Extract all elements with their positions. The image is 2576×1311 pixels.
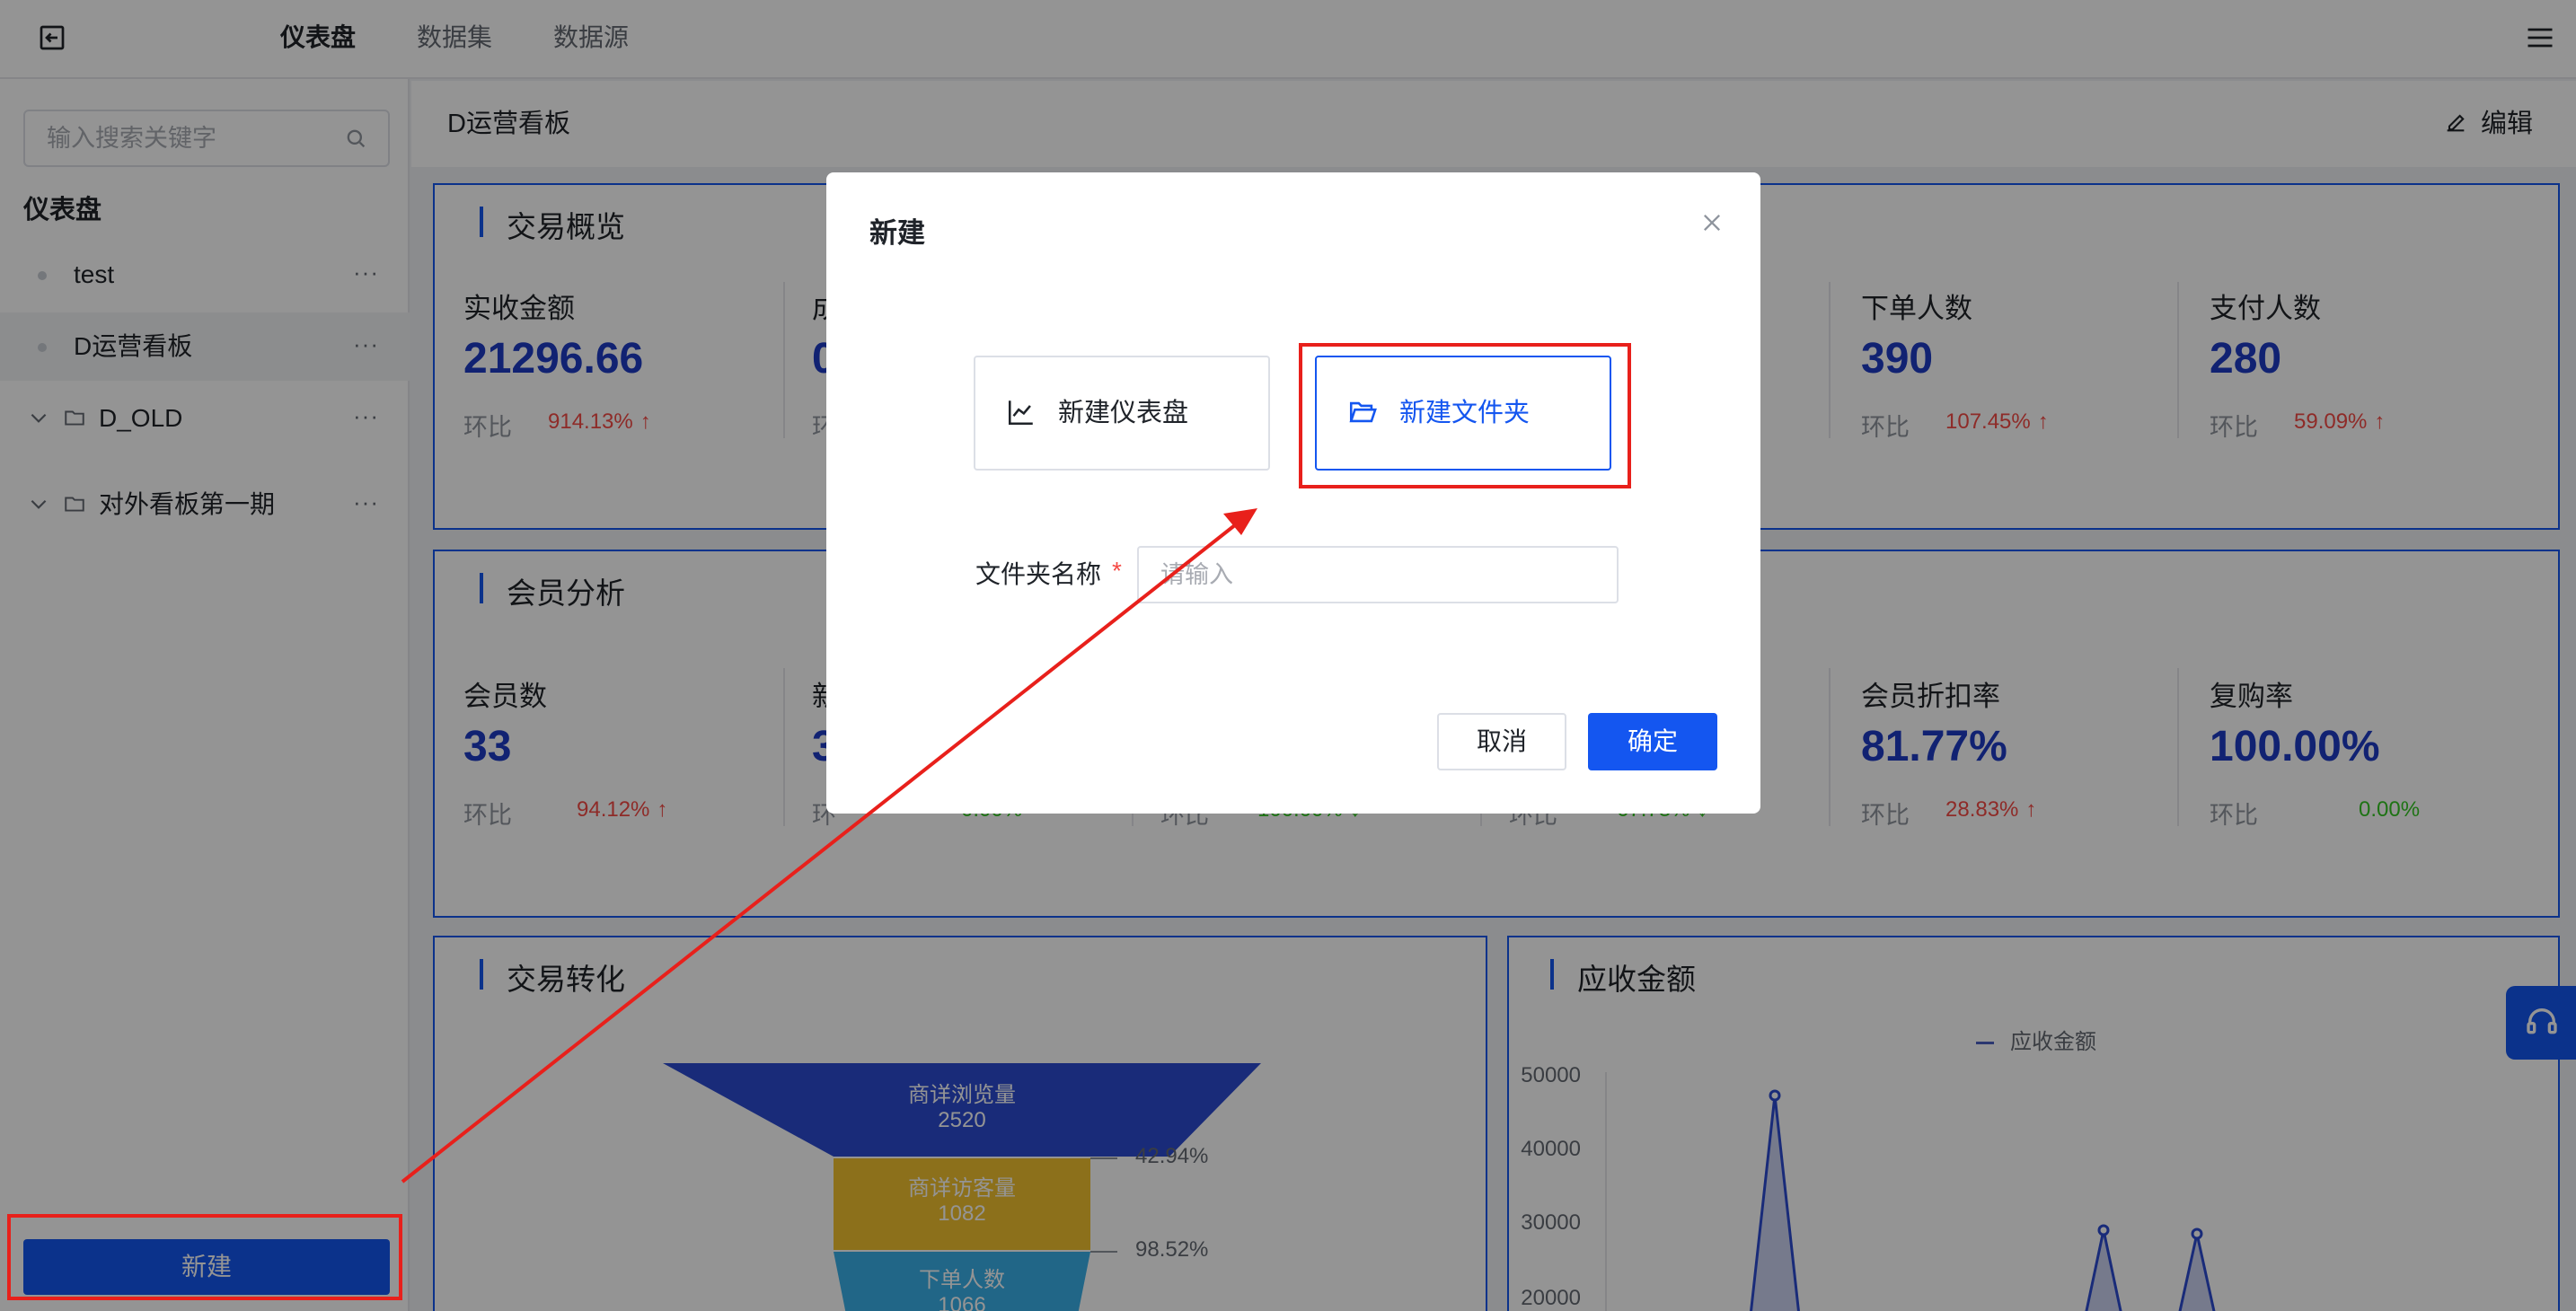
annotation-arrow	[401, 508, 1257, 1183]
